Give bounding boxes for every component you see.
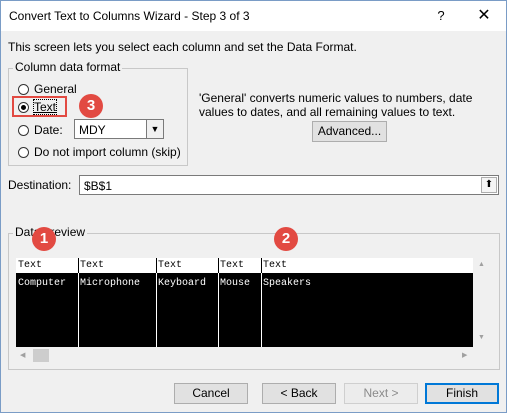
radio-skip-label: Do not import column (skip) bbox=[34, 145, 181, 159]
column-header[interactable]: Text bbox=[263, 260, 287, 271]
preview-cell: Keyboard bbox=[158, 278, 207, 289]
column-divider bbox=[218, 258, 219, 273]
intro-text: This screen lets you select each column … bbox=[8, 40, 357, 54]
scroll-right-icon[interactable]: ▶ bbox=[462, 351, 467, 359]
destination-label: Destination: bbox=[8, 178, 72, 192]
scroll-left-icon[interactable]: ◀ bbox=[20, 351, 25, 359]
preview-cell: Speakers bbox=[263, 278, 312, 289]
column-divider bbox=[156, 258, 157, 273]
advanced-button[interactable]: Advanced... bbox=[312, 121, 387, 142]
column-header[interactable]: Text bbox=[158, 260, 182, 271]
help-button[interactable]: ? bbox=[429, 5, 453, 27]
window-title: Convert Text to Columns Wizard - Step 3 … bbox=[9, 9, 250, 23]
column-header[interactable]: Text bbox=[80, 260, 104, 271]
radio-date[interactable]: Date: bbox=[18, 123, 63, 137]
wizard-dialog: Convert Text to Columns Wizard - Step 3 … bbox=[0, 0, 507, 413]
preview-cell: Microphone bbox=[80, 278, 141, 289]
column-divider bbox=[78, 273, 79, 347]
scroll-up-icon[interactable]: ▲ bbox=[478, 261, 485, 268]
radio-date-circle bbox=[18, 124, 29, 136]
finish-button[interactable]: Finish bbox=[425, 383, 499, 404]
preview-cell: Mouse bbox=[220, 278, 251, 289]
date-format-select[interactable]: MDY ▼ bbox=[74, 119, 164, 139]
title-bar: Convert Text to Columns Wizard - Step 3 … bbox=[1, 1, 506, 31]
collapse-dialog-icon[interactable]: ⬆ bbox=[481, 177, 497, 193]
column-divider bbox=[218, 273, 219, 347]
column-header[interactable]: Text bbox=[220, 260, 244, 271]
radio-general-label: General bbox=[34, 82, 77, 96]
annotation-badge-3: 3 bbox=[79, 94, 103, 118]
radio-general-circle bbox=[18, 83, 29, 95]
destination-input[interactable]: $B$1 ⬆ bbox=[79, 175, 499, 195]
horizontal-scrollbar[interactable]: ◀ ▶ bbox=[16, 347, 473, 364]
preview-cell: Computer bbox=[18, 278, 67, 289]
cancel-button[interactable]: Cancel bbox=[174, 383, 248, 404]
close-button[interactable]: ✕ bbox=[469, 5, 499, 27]
data-preview-grid[interactable]: Text Text Text Text Text Computer Microp… bbox=[16, 258, 473, 347]
format-description: 'General' converts numeric values to num… bbox=[199, 91, 473, 119]
next-button[interactable]: Next > bbox=[344, 383, 418, 404]
destination-value: $B$1 bbox=[84, 179, 113, 193]
radio-date-label: Date: bbox=[34, 123, 63, 137]
column-header[interactable]: Text bbox=[18, 260, 42, 271]
scroll-down-icon[interactable]: ▼ bbox=[478, 334, 485, 341]
back-button[interactable]: < Back bbox=[262, 383, 336, 404]
date-format-value: MDY bbox=[79, 123, 106, 137]
text-highlight-box bbox=[12, 96, 67, 117]
annotation-badge-2: 2 bbox=[274, 227, 298, 251]
vertical-scrollbar[interactable]: ▲ ▼ bbox=[473, 258, 490, 347]
radio-skip-circle bbox=[18, 146, 29, 158]
chevron-down-icon: ▼ bbox=[146, 120, 163, 138]
column-format-title: Column data format bbox=[13, 60, 123, 74]
column-divider bbox=[156, 273, 157, 347]
annotation-badge-1: 1 bbox=[32, 227, 56, 251]
column-divider bbox=[261, 273, 262, 347]
column-divider bbox=[78, 258, 79, 273]
scroll-thumb[interactable] bbox=[33, 349, 49, 362]
radio-skip[interactable]: Do not import column (skip) bbox=[18, 145, 181, 159]
column-divider bbox=[261, 258, 262, 273]
preview-header-row: Text Text Text Text Text bbox=[16, 258, 473, 274]
radio-general[interactable]: General bbox=[18, 82, 77, 96]
